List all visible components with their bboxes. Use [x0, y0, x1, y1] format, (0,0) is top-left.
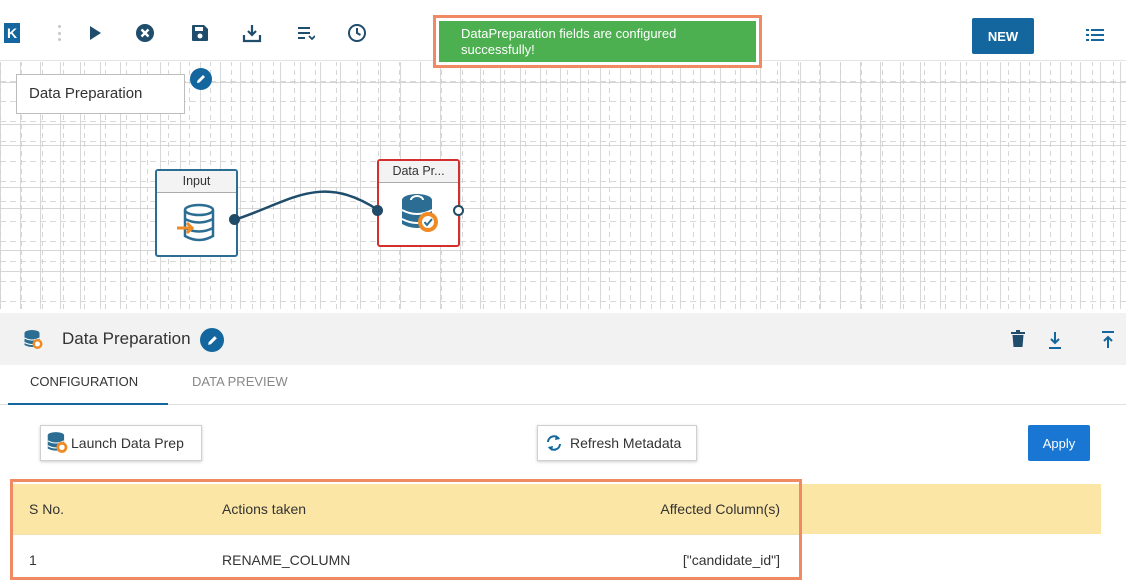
maximize-panel-icon[interactable]	[1100, 330, 1118, 350]
data-prep-node-title: Data Pr...	[379, 161, 458, 183]
pipeline-editor: K NEW Data Preparation Input Data Pr... …	[0, 0, 1126, 582]
run-icon[interactable]	[84, 22, 106, 44]
panel-title: Data Preparation	[62, 329, 191, 348]
refresh-metadata-button[interactable]: Refresh Metadata	[537, 425, 697, 461]
edit-component-name-icon[interactable]	[200, 328, 224, 352]
stop-icon[interactable]	[134, 22, 156, 44]
component-panel-header: Data Preparation	[0, 313, 1126, 365]
apply-button[interactable]: Apply	[1028, 425, 1090, 461]
pipeline-canvas[interactable]: Data Preparation Input Data Pr...	[0, 62, 1126, 309]
actions-table-highlight	[10, 479, 802, 580]
collapse-label: K	[6, 25, 18, 41]
download-icon[interactable]	[1047, 330, 1065, 350]
input-node[interactable]: Input	[155, 169, 238, 257]
launch-data-prep-label: Launch Data Prep	[71, 435, 184, 451]
download-icon[interactable]	[241, 22, 263, 44]
toast-message: DataPreparation fields are configured su…	[439, 21, 756, 62]
data-prep-icon	[379, 183, 458, 245]
tab-data-preview-label: DATA PREVIEW	[192, 374, 288, 389]
data-prep-node-input-port[interactable]	[372, 205, 383, 216]
refresh-metadata-label: Refresh Metadata	[570, 435, 682, 451]
success-toast: DataPreparation fields are configured su…	[433, 15, 762, 68]
input-node-output-port[interactable]	[229, 214, 240, 225]
data-prep-icon	[22, 329, 44, 351]
apply-button-label: Apply	[1042, 435, 1076, 451]
tab-configuration-label: CONFIGURATION	[30, 374, 139, 389]
database-input-icon	[157, 193, 236, 255]
drag-handle-icon[interactable]	[58, 25, 62, 41]
menu-icon[interactable]	[1086, 27, 1104, 43]
new-button[interactable]: NEW	[972, 18, 1034, 54]
data-prep-node-output-port[interactable]	[453, 205, 464, 216]
launch-data-prep-button[interactable]: Launch Data Prep	[40, 425, 202, 461]
panel-tabs: CONFIGURATION DATA PREVIEW	[0, 365, 1126, 405]
new-button-label: NEW	[987, 28, 1019, 44]
collapse-sidebar-button[interactable]: K	[4, 23, 20, 43]
input-node-title: Input	[157, 171, 236, 193]
tab-data-preview[interactable]: DATA PREVIEW	[192, 365, 288, 405]
list-view-icon[interactable]	[295, 22, 317, 44]
tab-configuration[interactable]: CONFIGURATION	[8, 365, 168, 405]
delete-icon[interactable]	[1011, 330, 1029, 350]
data-prep-icon	[45, 431, 71, 455]
refresh-icon	[546, 434, 570, 452]
data-prep-node[interactable]: Data Pr...	[377, 159, 460, 247]
save-icon[interactable]	[189, 22, 211, 44]
history-icon[interactable]	[346, 22, 368, 44]
